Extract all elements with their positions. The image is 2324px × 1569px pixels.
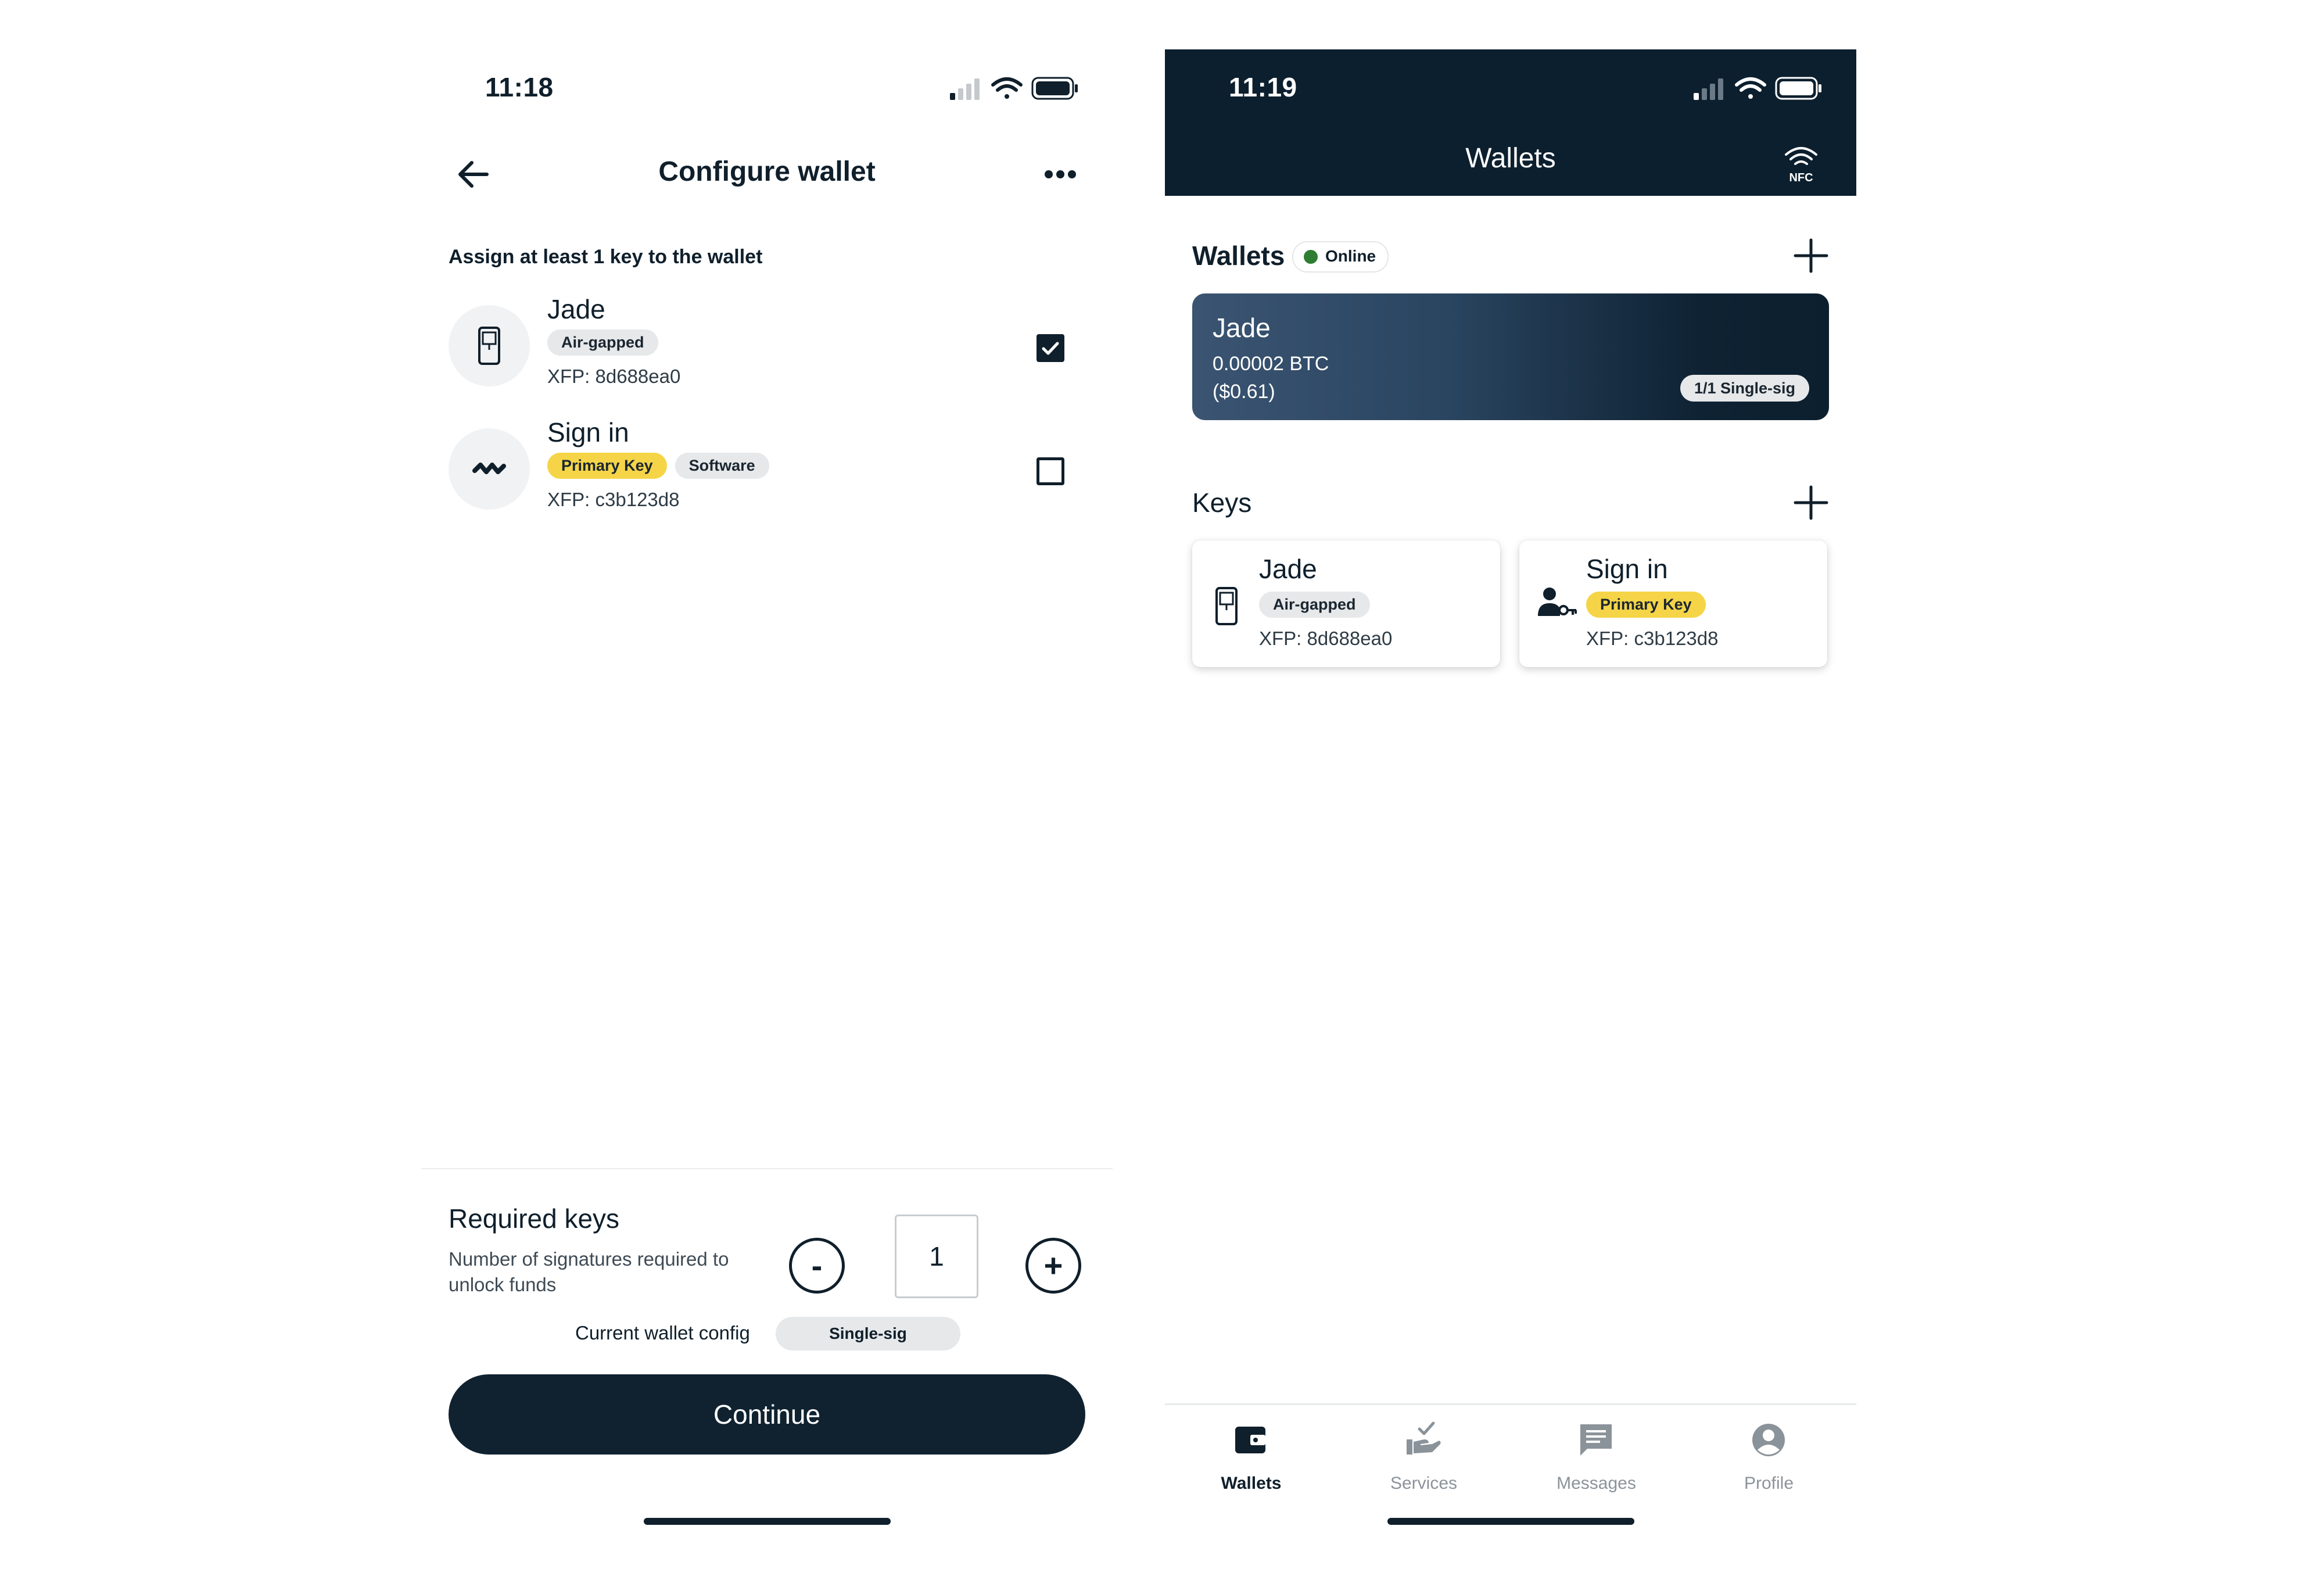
- status-time: 11:19: [1229, 72, 1297, 102]
- user-key-icon: [1538, 588, 1577, 616]
- wifi-icon: [1735, 77, 1766, 99]
- wallet-fiat-value: ($0.61): [1213, 381, 1275, 403]
- key-row-sign-in[interactable]: Sign in Primary Key Software XFP: c3b123…: [449, 417, 1088, 521]
- key-card-xfp: XFP: c3b123d8: [1586, 628, 1719, 649]
- wallets-section-header: Wallets Online: [1192, 235, 1831, 276]
- key-checkbox-jade[interactable]: [1037, 334, 1064, 362]
- air-gapped-chip: Air-gapped: [547, 329, 658, 356]
- battery-icon: [1031, 77, 1078, 100]
- key-xfp: XFP: 8d688ea0: [547, 366, 681, 387]
- key-chips: Primary Key Software: [547, 453, 769, 479]
- key-row-jade[interactable]: Jade Air-gapped XFP: 8d688ea0: [449, 293, 1088, 398]
- wallet-icon: [1235, 1427, 1265, 1453]
- primary-key-chip: Primary Key: [1586, 592, 1706, 618]
- required-keys-count[interactable]: 1: [895, 1215, 978, 1298]
- page-title: Configure wallet: [658, 156, 876, 187]
- services-hand-icon: [1407, 1421, 1441, 1455]
- tab-wallets[interactable]: Wallets: [1165, 1417, 1337, 1504]
- key-xfp: XFP: c3b123d8: [547, 489, 680, 510]
- cellular-signal-icon: [950, 78, 980, 100]
- more-horizontal-icon[interactable]: [1040, 157, 1081, 192]
- wallets-section-title: Wallets: [1192, 241, 1285, 271]
- tab-profile[interactable]: Profile: [1683, 1417, 1855, 1504]
- wifi-icon: [991, 77, 1023, 99]
- wallet-name: Jade: [1213, 313, 1271, 343]
- bottom-tab-bar: Wallets Services Messages Profile: [1165, 1403, 1856, 1507]
- nav-header: Configure wallet: [421, 139, 1113, 209]
- app-header: 11:19 Wallets NFC: [1165, 49, 1856, 196]
- plus-icon[interactable]: [1791, 482, 1831, 523]
- status-icons: [950, 77, 1078, 100]
- decrement-button[interactable]: -: [789, 1238, 845, 1294]
- wallet-config-row: Current wallet config Single-sig: [421, 1313, 1113, 1354]
- page-title: Wallets: [1465, 143, 1556, 174]
- required-keys-title: Required keys: [449, 1203, 620, 1234]
- wallet-card-jade[interactable]: Jade 0.00002 BTC ($0.61) 1/1 Single-sig: [1192, 293, 1829, 420]
- divider: [421, 1168, 1113, 1169]
- cellular-signal-icon: [1694, 78, 1723, 100]
- key-name: Sign in: [547, 417, 629, 447]
- key-card-xfp: XFP: 8d688ea0: [1259, 628, 1393, 649]
- checkmark-icon: [1042, 342, 1059, 355]
- tab-label: Messages: [1556, 1474, 1636, 1493]
- status-icons: [1694, 77, 1821, 100]
- key-name: Jade: [547, 294, 605, 324]
- tab-label: Services: [1390, 1474, 1458, 1493]
- plus-icon[interactable]: [1791, 235, 1831, 276]
- config-label: Current wallet config: [575, 1322, 750, 1344]
- air-gapped-chip: Air-gapped: [1259, 592, 1370, 618]
- wallet-balance: 0.00002 BTC: [1213, 353, 1329, 375]
- online-status-badge: Online: [1292, 241, 1389, 273]
- status-bar: 11:18: [421, 49, 1113, 125]
- required-keys-value: 1: [929, 1241, 944, 1271]
- status-bar: 11:19: [1165, 49, 1856, 125]
- keys-section-header: Keys: [1192, 482, 1831, 523]
- wallets-screen: 11:19 Wallets NFC Wallets Online Jade 0.…: [1165, 49, 1856, 1531]
- profile-icon: [1752, 1424, 1785, 1456]
- increment-button[interactable]: +: [1025, 1238, 1081, 1294]
- online-dot-icon: [1304, 250, 1318, 264]
- assign-instruction: Assign at least 1 key to the wallet: [449, 246, 763, 268]
- nfc-icon: NFC: [1785, 147, 1817, 184]
- tab-label: Wallets: [1221, 1474, 1282, 1493]
- key-chips: Air-gapped: [547, 329, 658, 356]
- hardware-device-icon: [1215, 587, 1238, 625]
- key-avatar: [449, 428, 530, 510]
- key-card-chips: Primary Key: [1586, 592, 1706, 618]
- unchained-logo-icon: [472, 463, 506, 474]
- battery-icon: [1775, 77, 1821, 100]
- tab-label: Profile: [1744, 1474, 1794, 1493]
- minus-icon: -: [811, 1247, 823, 1284]
- continue-button[interactable]: Continue: [449, 1374, 1085, 1455]
- software-chip: Software: [675, 453, 769, 479]
- wallet-type-chip: 1/1 Single-sig: [1680, 375, 1809, 402]
- tab-messages[interactable]: Messages: [1510, 1417, 1683, 1504]
- nfc-button[interactable]: NFC: [1778, 139, 1824, 186]
- key-checkbox-sign-in[interactable]: [1037, 457, 1064, 485]
- config-chip: Single-sig: [776, 1317, 960, 1351]
- key-card-jade[interactable]: Jade Air-gapped XFP: 8d688ea0: [1192, 540, 1500, 667]
- key-card-name: Sign in: [1586, 554, 1668, 584]
- plus-icon: +: [1043, 1247, 1063, 1284]
- configure-wallet-screen: 11:18 Configure wallet Assign at least 1…: [421, 49, 1113, 1531]
- primary-key-chip: Primary Key: [547, 453, 667, 479]
- home-indicator[interactable]: [1387, 1518, 1634, 1525]
- required-keys-description: Number of signatures required to unlock …: [449, 1248, 729, 1295]
- tab-services[interactable]: Services: [1337, 1417, 1510, 1504]
- key-card-sign-in[interactable]: Sign in Primary Key XFP: c3b123d8: [1519, 540, 1827, 667]
- hardware-device-icon: [478, 327, 500, 365]
- key-card-chips: Air-gapped: [1259, 592, 1370, 618]
- home-indicator[interactable]: [644, 1518, 891, 1525]
- key-avatar: [449, 305, 530, 386]
- nfc-label: NFC: [1789, 171, 1813, 184]
- message-icon: [1580, 1424, 1612, 1456]
- online-status-label: Online: [1325, 247, 1376, 265]
- key-card-name: Jade: [1259, 554, 1317, 584]
- status-time: 11:18: [485, 72, 554, 102]
- keys-section-title: Keys: [1192, 488, 1252, 518]
